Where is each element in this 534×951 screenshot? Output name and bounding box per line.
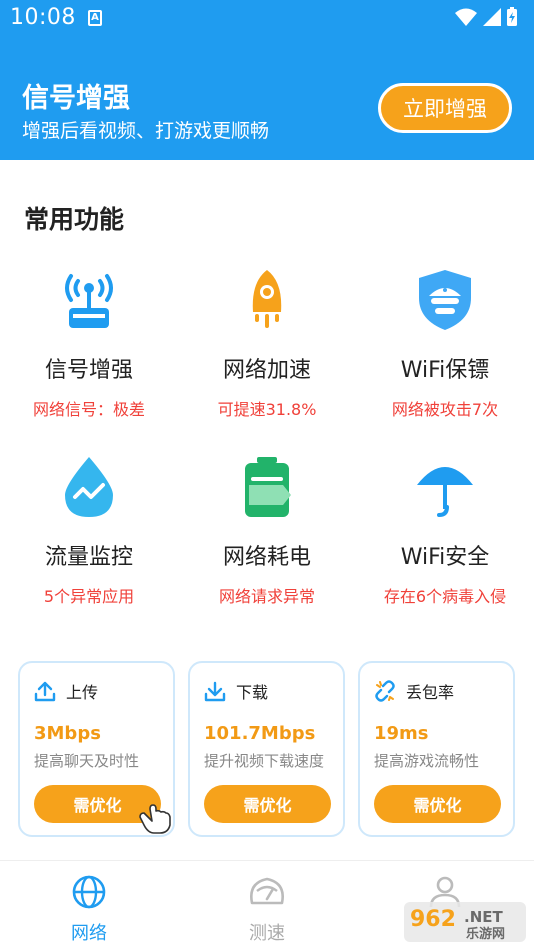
feature-desc: 网络被攻击7次 [391,400,499,419]
feature-data-monitor[interactable]: 流量监控 5个异常应用 [0,455,178,607]
card-label: 丢包率 [406,683,455,702]
speedometer-icon [250,877,284,905]
feature-name: 信号增强 [44,358,133,383]
wifi-icon [455,8,477,26]
status-time: 10:08 [10,5,76,30]
card-packet-loss: 丢包率 19ms 提高游戏流畅性 需优化 [358,661,515,837]
watermark-text-3: 乐游网 [466,926,505,942]
download-icon [204,681,226,702]
page-subtitle: 增强后看视频、打游戏更顺畅 [22,120,270,142]
card-value: 19ms [374,723,429,744]
feature-desc: 网络请求异常 [218,587,315,606]
header-banner: 10:08 A 信号增强 增强后看视频、打游戏更顺畅 立即增强 [0,0,534,160]
feature-name: 网络加速 [222,358,311,383]
card-value: 3Mbps [34,723,101,744]
tab-network[interactable]: 网络 [39,875,139,945]
notification-icon: A [88,10,102,26]
optimize-packet-loss-button[interactable]: 需优化 [374,785,501,823]
tab-label: 测速 [249,923,285,944]
feature-name: 网络耗电 [222,545,311,570]
card-header: 下载 [204,679,268,703]
card-label: 下载 [236,683,269,702]
tab-speed-test[interactable]: 测速 [217,875,317,945]
watermark-text-1: 962 [410,907,456,932]
card-desc: 提高游戏流畅性 [374,752,480,770]
card-header: 丢包率 [374,679,454,703]
water-drop-icon [65,457,113,517]
status-bar: 10:08 A [0,0,534,36]
tab-label: 网络 [71,923,107,944]
feature-name: 流量监控 [44,545,133,570]
feature-desc: 网络信号：极差 [32,400,145,419]
section-title: 常用功能 [24,205,125,234]
feature-network-power[interactable]: 网络耗电 网络请求异常 [178,455,356,607]
status-icons [454,7,518,27]
feature-wifi-security[interactable]: WiFi安全 存在6个病毒入侵 [356,455,534,607]
feature-network-accel[interactable]: 网络加速 可提速31.8% [178,268,356,420]
watermark-text-2: .NET [464,908,503,926]
feature-name: WiFi安全 [400,545,490,570]
card-desc: 提高聊天及时性 [34,752,140,770]
signal-icon [483,8,501,26]
globe-icon [72,875,106,909]
page-title: 信号增强 [22,83,130,114]
card-download: 下载 101.7Mbps 提升视频下载速度 需优化 [188,661,345,837]
boost-now-button[interactable]: 立即增强 [378,83,512,133]
rocket-icon [252,270,282,328]
feature-desc: 5个异常应用 [43,587,135,606]
umbrella-icon [417,467,473,517]
watermark-logo: 962 .NET 乐游网 [404,902,526,942]
feature-signal-boost[interactable]: 信号增强 网络信号：极差 [0,268,178,420]
feature-desc: 可提速31.8% [217,400,317,419]
card-value: 101.7Mbps [204,723,316,744]
card-header: 上传 [34,679,98,703]
upload-icon [34,681,56,702]
shield-guard-icon [419,270,471,330]
optimize-download-button[interactable]: 需优化 [204,785,331,823]
hand-pointer-icon [139,804,171,834]
battery-icon [245,457,291,517]
card-upload: 上传 3Mbps 提高聊天及时性 需优化 [18,661,175,837]
card-desc: 提升视频下载速度 [204,752,325,770]
feature-name: WiFi保镖 [400,358,490,383]
broken-link-icon [375,680,395,702]
feature-wifi-guard[interactable]: WiFi保镖 网络被攻击7次 [356,268,534,420]
router-signal-icon [65,274,113,328]
card-label: 上传 [66,683,99,702]
battery-status-icon [507,7,517,26]
feature-desc: 存在6个病毒入侵 [383,587,507,606]
